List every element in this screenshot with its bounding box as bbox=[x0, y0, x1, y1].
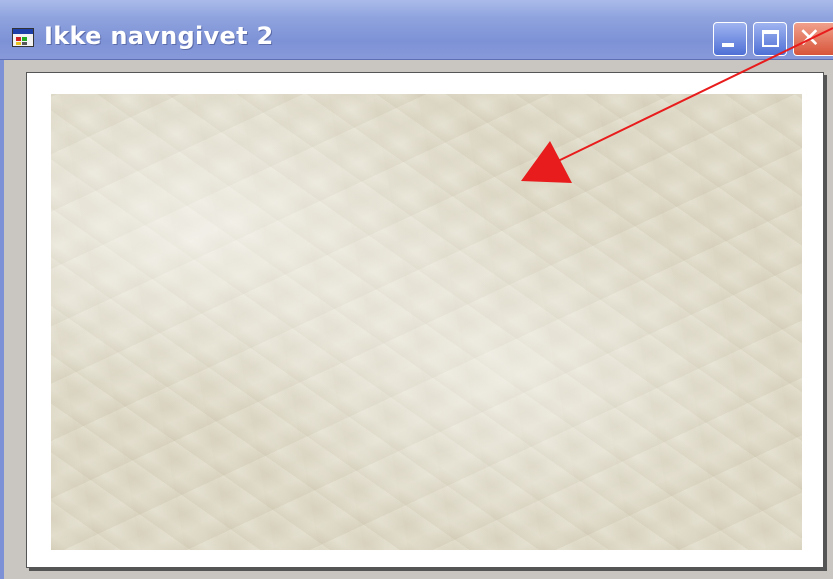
close-button[interactable]: ✕ bbox=[793, 22, 833, 56]
close-icon: ✕ bbox=[798, 23, 821, 54]
image-window: Ikke navngivet 2 ✕ bbox=[0, 0, 833, 579]
minimize-button[interactable] bbox=[713, 22, 747, 56]
window-title: Ikke navngivet 2 bbox=[44, 22, 274, 50]
image-canvas[interactable] bbox=[26, 72, 824, 568]
maximize-icon bbox=[762, 30, 779, 47]
title-bar[interactable]: Ikke navngivet 2 ✕ bbox=[0, 0, 833, 60]
minimize-icon bbox=[722, 43, 734, 47]
canvas-area bbox=[0, 60, 833, 579]
maximize-button[interactable] bbox=[753, 22, 787, 56]
crumpled-paper-texture bbox=[51, 94, 802, 550]
image-document-icon bbox=[12, 28, 34, 47]
